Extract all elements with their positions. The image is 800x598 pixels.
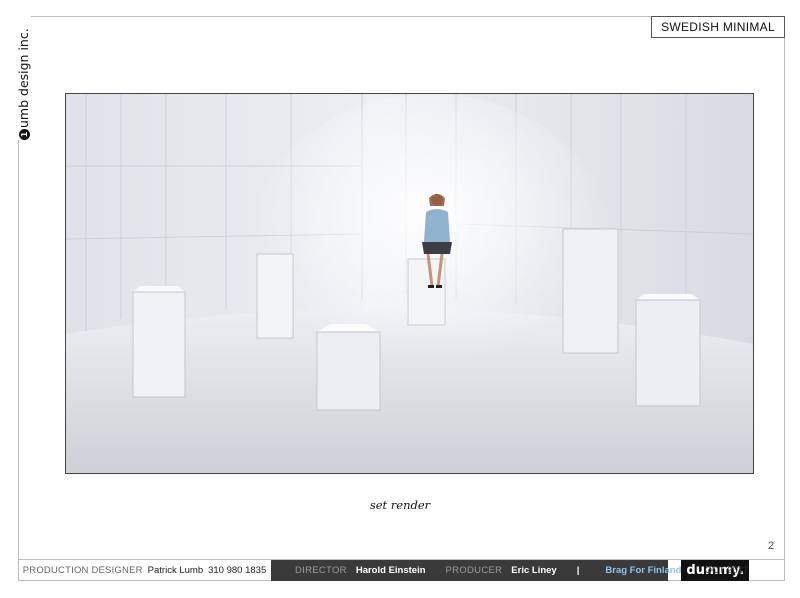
company-logo: 1 umb design inc.: [16, 16, 31, 140]
page-title: SWEDISH MINIMAL: [651, 16, 785, 38]
page-number: 2: [768, 540, 775, 552]
image-caption: set render: [369, 498, 431, 512]
director-label: DIRECTOR: [295, 565, 347, 576]
designer-phone: 310 980 1835: [208, 565, 267, 576]
logo-text: umb design inc.: [16, 28, 31, 128]
set-render-image: [65, 93, 754, 474]
footer-date: OCT 2017: [704, 565, 749, 576]
credits-dark-section: DIRECTOR Harold Einstein PRODUCER Eric L…: [271, 560, 750, 581]
footer-bar: PRODUCTION DESIGNER Patrick Lumb 310 980…: [18, 559, 785, 581]
designer-label: PRODUCTION DESIGNER: [22, 565, 143, 576]
designer-name: Patrick Lumb: [147, 565, 204, 576]
producer-label: PRODUCER: [445, 565, 503, 576]
director-name: Harold Einstein: [355, 565, 426, 576]
logo-mark-icon: 1: [18, 129, 30, 140]
footer-separator: |: [576, 565, 580, 576]
producer-name: Eric Liney: [511, 565, 557, 576]
designer-credit: PRODUCTION DESIGNER Patrick Lumb 310 980…: [18, 560, 271, 581]
